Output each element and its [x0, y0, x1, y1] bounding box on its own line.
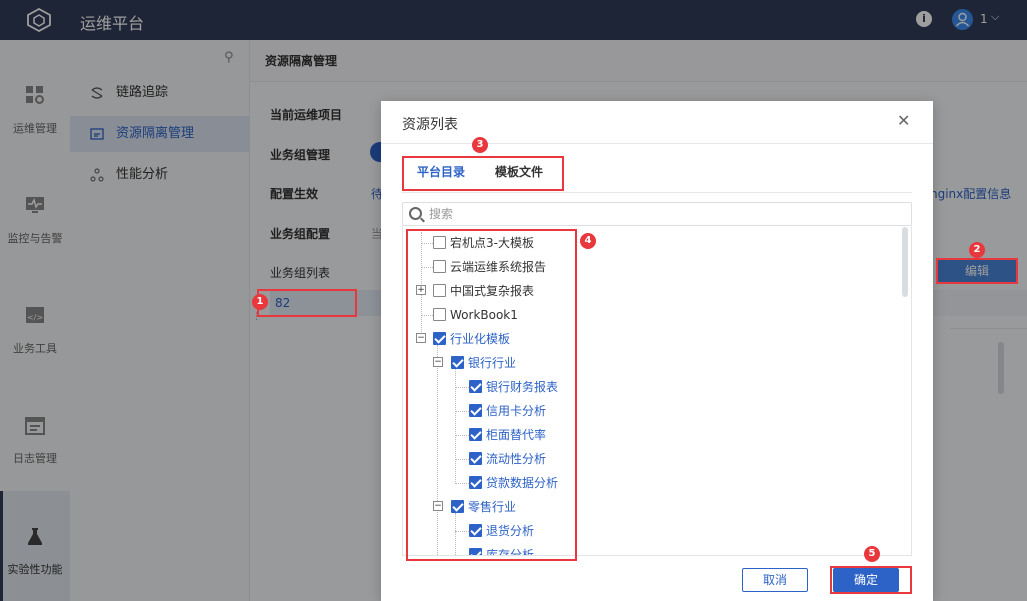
- divider: [401, 192, 912, 193]
- search-icon: [409, 207, 422, 220]
- highlight-box: [257, 289, 357, 317]
- dialog-title: 资源列表: [402, 117, 458, 133]
- step-marker: 4: [580, 233, 596, 249]
- step-marker: 2: [969, 242, 985, 258]
- close-icon[interactable]: ✕: [897, 111, 910, 130]
- highlight-box: [936, 258, 1018, 284]
- cancel-button[interactable]: 取消: [742, 568, 808, 592]
- step-marker: 1: [252, 294, 268, 310]
- tree-scrollbar[interactable]: [902, 227, 908, 297]
- highlight-box: [406, 229, 577, 561]
- highlight-box: [830, 566, 912, 594]
- search-input[interactable]: [429, 205, 899, 223]
- divider: [381, 143, 933, 144]
- step-marker: 5: [864, 546, 880, 562]
- step-marker: 3: [472, 137, 488, 153]
- highlight-box: [402, 156, 564, 191]
- search-box: [402, 202, 912, 226]
